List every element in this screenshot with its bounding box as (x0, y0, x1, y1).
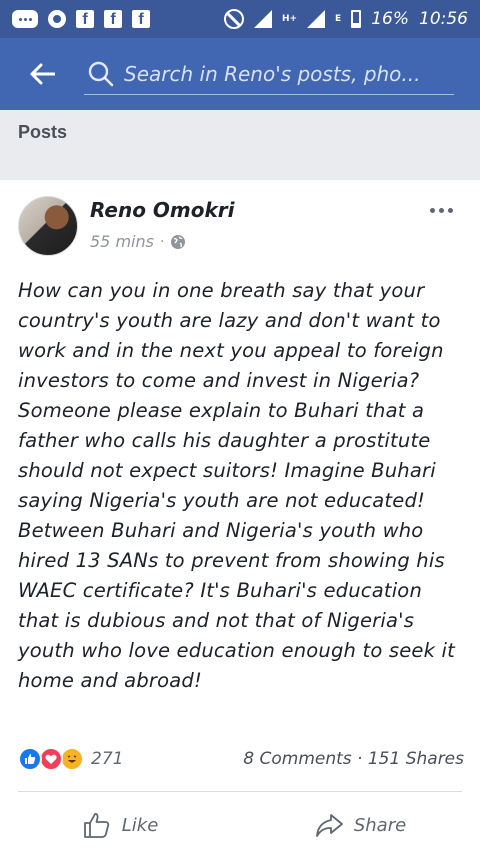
messages-notification-icon (12, 10, 38, 28)
back-button[interactable] (14, 46, 70, 102)
status-bar: f f f H+ E 16% 10:56 (0, 0, 480, 38)
more-options-button[interactable] (424, 202, 458, 218)
like-button[interactable]: Like (0, 800, 240, 850)
section-title: Posts (18, 122, 68, 142)
reaction-count[interactable]: 271 (91, 749, 123, 769)
thumbs-up-icon (83, 813, 109, 838)
signal-icon (307, 10, 326, 28)
more-options-icon (429, 207, 435, 213)
signal-icon (253, 10, 272, 28)
post-card: Reno Omokri 55 mins · How can you in one… (0, 180, 480, 854)
love-reaction-icon (39, 747, 63, 771)
back-arrow-icon (30, 63, 55, 85)
divider (18, 791, 462, 792)
globe-icon (171, 234, 186, 249)
share-arrow-icon (315, 814, 343, 837)
comments-shares-count[interactable]: 8 Comments · 151 Shares (243, 749, 464, 769)
shares-count[interactable]: 151 Shares (368, 749, 464, 769)
reactions-bar: 271 8 Comments · 151 Shares (18, 746, 464, 772)
facebook-notification-icon: f (132, 10, 150, 28)
battery-icon (351, 10, 362, 28)
network-type-hplus: H+ (281, 14, 298, 24)
like-label: Like (121, 814, 159, 836)
network-type-e: E (335, 14, 342, 24)
meta-separator: · (159, 233, 165, 250)
reaction-icons[interactable] (18, 747, 84, 771)
count-separator: · (357, 749, 363, 769)
battery-percent: 16% (371, 9, 409, 29)
search-header: Search in Reno's posts, pho... (0, 38, 480, 110)
action-bar: Like Share (0, 800, 480, 850)
post-text: How can you in one breath say that your … (18, 279, 455, 692)
record-notification-icon (48, 10, 66, 28)
post-meta: 55 mins · (90, 232, 186, 251)
share-label: Share (353, 814, 407, 836)
do-not-disturb-icon (223, 9, 244, 29)
like-reaction-icon (18, 747, 42, 771)
search-input[interactable]: Search in Reno's posts, pho... (84, 53, 454, 95)
facebook-notification-icon: f (104, 10, 122, 28)
search-placeholder: Search in Reno's posts, pho... (124, 61, 421, 86)
comments-count[interactable]: 8 Comments (243, 749, 351, 769)
author-name[interactable]: Reno Omokri (90, 198, 235, 222)
facebook-notification-icon: f (76, 10, 94, 28)
haha-reaction-icon (60, 747, 84, 771)
share-button[interactable]: Share (240, 800, 480, 850)
search-icon (88, 61, 114, 86)
posts-section-header: Posts (0, 110, 480, 180)
avatar[interactable] (18, 196, 78, 256)
clock: 10:56 (419, 9, 468, 29)
post-time[interactable]: 55 mins (90, 232, 154, 251)
